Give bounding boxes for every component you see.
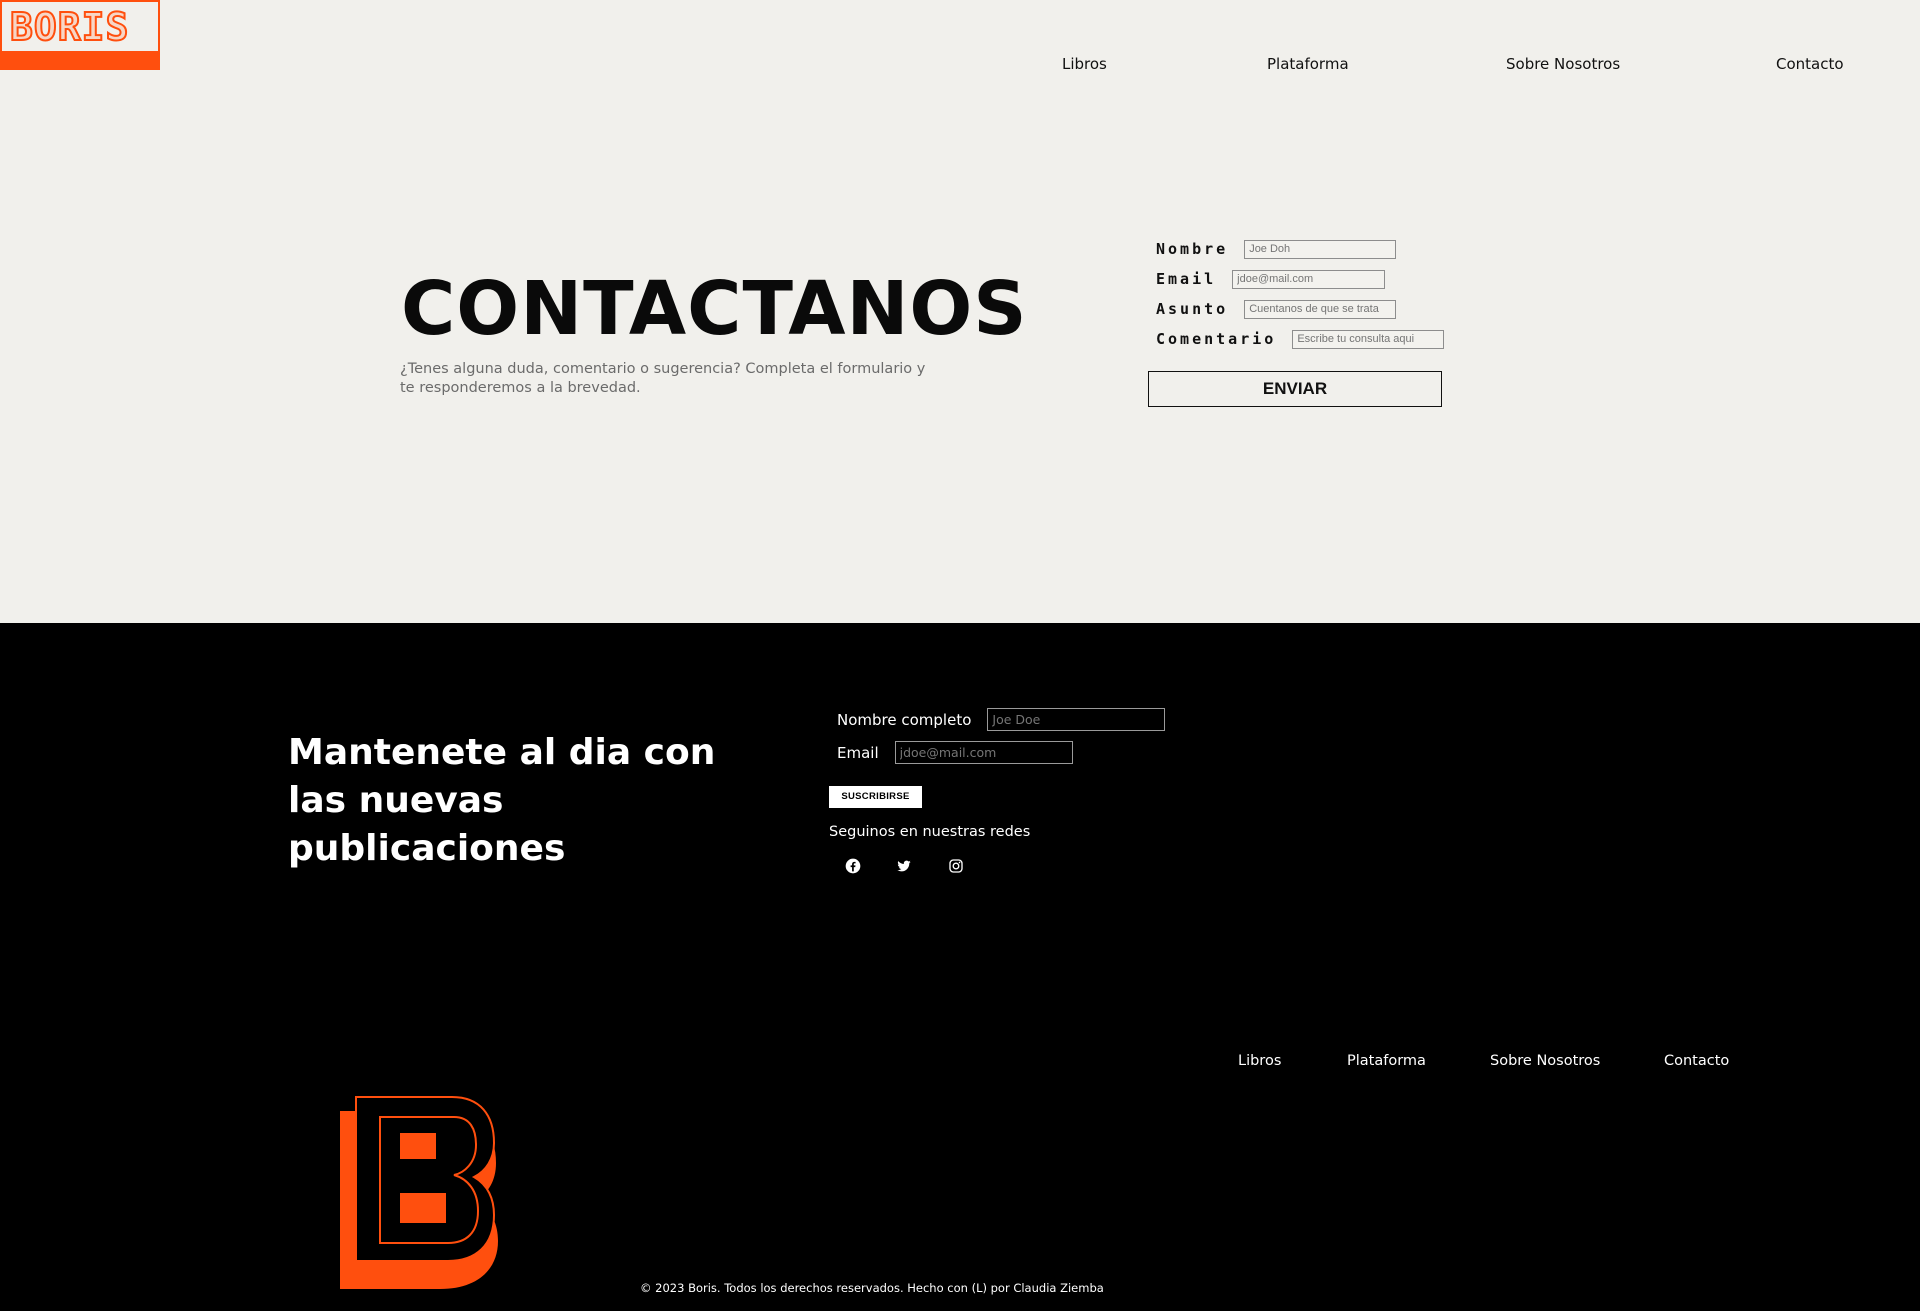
form-row-nombre: Nombre	[1156, 238, 1397, 260]
newsletter-email-input[interactable]	[894, 741, 1073, 764]
copyright: © 2023 Boris. Todos los derechos reserva…	[640, 1281, 1104, 1295]
newsletter-email-label: Email	[837, 743, 879, 762]
logo-text: BORIS	[9, 4, 130, 50]
email-field[interactable]	[1232, 269, 1386, 289]
form-row-email: Email	[1156, 268, 1386, 290]
page-subtitle: ¿Tenes alguna duda, comentario o sugeren…	[400, 361, 926, 396]
site-footer: Mantenete al dia con las nuevas publicac…	[0, 623, 1920, 1311]
logo-plate: BORIS	[2, 2, 158, 51]
newsletter-row-name: Nombre completo	[837, 708, 1166, 731]
nombre-field[interactable]	[1244, 239, 1397, 259]
nav-item-libros[interactable]: Libros	[1062, 55, 1107, 73]
instagram-icon[interactable]	[948, 858, 964, 874]
page-title: CONTACTANOS	[401, 266, 1028, 352]
newsletter-name-input[interactable]	[987, 708, 1166, 731]
nav-item-sobre-nosotros[interactable]: Sobre Nosotros	[1506, 55, 1620, 73]
comentario-label: Comentario	[1156, 330, 1277, 348]
newsletter-heading: Mantenete al dia con las nuevas publicac…	[288, 732, 716, 869]
form-row-asunto: Asunto	[1156, 298, 1397, 320]
comentario-field[interactable]	[1292, 329, 1445, 349]
newsletter-name-label: Nombre completo	[837, 710, 972, 729]
nav-item-contacto[interactable]: Contacto	[1776, 55, 1844, 73]
footer-nav-libros[interactable]: Libros	[1238, 1053, 1281, 1069]
footer-nav-contacto[interactable]: Contacto	[1664, 1053, 1729, 1069]
email-label: Email	[1156, 270, 1217, 288]
twitter-icon[interactable]	[896, 858, 912, 874]
newsletter-row-email: Email	[837, 741, 1073, 764]
form-row-comentario: Comentario	[1156, 328, 1445, 350]
social-title: Seguinos en nuestras redes	[829, 824, 1031, 840]
subscribe-button[interactable]: SUSCRIBIRSE	[829, 786, 922, 808]
nombre-label: Nombre	[1156, 240, 1229, 258]
facebook-icon[interactable]	[845, 858, 861, 874]
footer-nav-sobre-nosotros[interactable]: Sobre Nosotros	[1490, 1053, 1600, 1069]
asunto-label: Asunto	[1156, 300, 1229, 318]
send-button[interactable]: ENVIAR	[1148, 371, 1442, 407]
asunto-field[interactable]	[1244, 299, 1397, 319]
footer-nav-plataforma[interactable]: Plataforma	[1347, 1053, 1426, 1069]
main-nav: Libros Plataforma Sobre Nosotros Contact…	[0, 55, 1920, 75]
nav-item-plataforma[interactable]: Plataforma	[1267, 55, 1349, 73]
footer-b-logo	[340, 1096, 498, 1289]
